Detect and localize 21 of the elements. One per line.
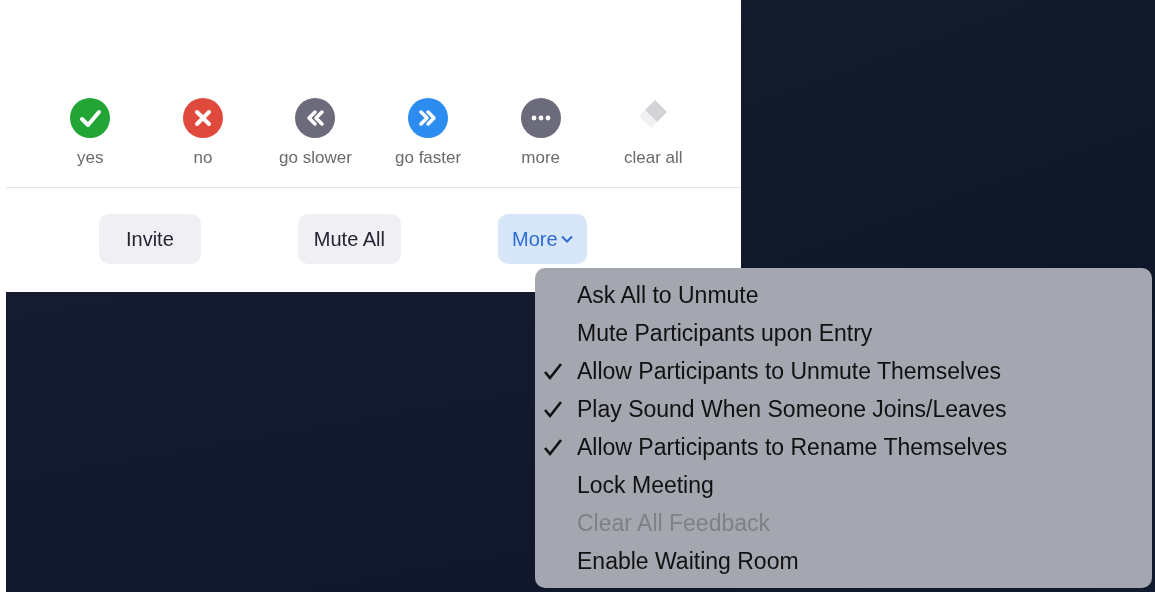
rewind-icon[interactable] bbox=[295, 98, 336, 138]
menu-item[interactable]: Ask All to Unmute bbox=[543, 276, 1152, 314]
menu-item[interactable]: Mute Participants upon Entry bbox=[543, 314, 1152, 352]
reaction-label: go slower bbox=[279, 148, 352, 168]
reaction-label: no bbox=[193, 148, 213, 168]
more-dropdown-button[interactable]: More bbox=[497, 214, 587, 264]
check-icon[interactable] bbox=[70, 98, 111, 138]
menu-item[interactable]: Allow Participants to Rename Themselves bbox=[543, 428, 1152, 466]
reaction-label: yes bbox=[77, 148, 104, 168]
cross-icon[interactable] bbox=[182, 98, 223, 138]
reaction-label: go faster bbox=[395, 148, 462, 168]
reaction-label: more bbox=[521, 148, 561, 168]
reaction-label: clear all bbox=[623, 148, 683, 168]
menu-item[interactable]: Enable Waiting Room bbox=[543, 542, 1152, 580]
menu-item[interactable]: Allow Participants to Unmute Themselves bbox=[543, 352, 1152, 390]
toolbar-button[interactable]: Invite bbox=[99, 214, 201, 264]
toolbar-button[interactable]: Mute All bbox=[297, 214, 401, 264]
more-icon[interactable] bbox=[520, 98, 561, 138]
menu-item[interactable]: Play Sound When Someone Joins/Leaves bbox=[543, 390, 1152, 428]
fast-forward-icon[interactable] bbox=[408, 98, 449, 138]
menu-item[interactable]: Lock Meeting bbox=[543, 466, 1152, 504]
